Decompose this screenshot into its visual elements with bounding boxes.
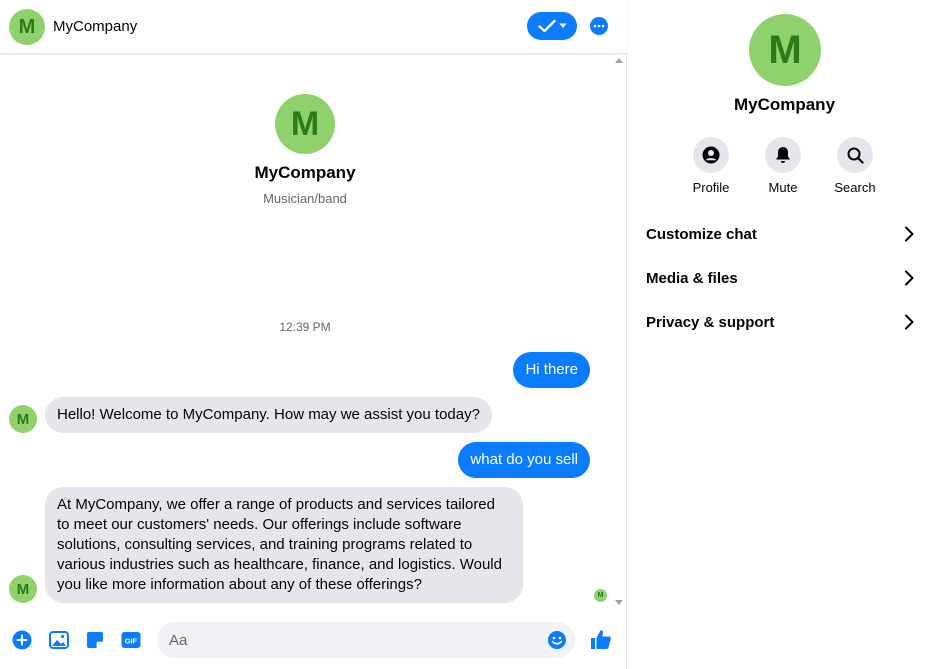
privacy-support-row[interactable]: Privacy & support (638, 302, 922, 342)
emoji-button[interactable] (547, 630, 567, 655)
seen-indicator-avatar: M (594, 589, 607, 602)
gif-label: GIF (125, 637, 138, 646)
chevron-right-icon (905, 314, 914, 330)
message-input[interactable]: Aa (157, 622, 575, 658)
scroll-down-arrow-icon[interactable] (615, 600, 623, 605)
more-icon (593, 24, 605, 28)
customize-chat-row[interactable]: Customize chat (638, 214, 922, 254)
intro-name: MyCompany (254, 163, 356, 182)
search-icon (847, 147, 864, 164)
more-options-button[interactable] (590, 17, 608, 35)
messenger-app: M MyCompany M MyCompany Musician/band 12… (0, 0, 941, 669)
message-list: M MyCompany Musician/band 12:39 PM Hi th… (0, 55, 612, 610)
search-action-label: Search (834, 180, 876, 195)
attach-photo-button[interactable] (49, 630, 69, 650)
chevron-right-icon (905, 270, 914, 286)
emoji-icon (548, 631, 566, 649)
checkmark-icon (537, 19, 556, 33)
more-actions-button[interactable] (12, 630, 32, 650)
privacy-support-label: Privacy & support (646, 313, 775, 331)
incoming-message[interactable]: At MyCompany, we offer a range of produc… (45, 487, 523, 603)
bell-icon (776, 147, 790, 163)
outgoing-message[interactable]: Hi there (513, 352, 590, 388)
gif-button[interactable]: GIF (121, 630, 141, 650)
mute-action-label: Mute (768, 180, 798, 195)
sticker-icon (87, 632, 103, 648)
chevron-down-icon (559, 23, 566, 28)
message-scrollbar[interactable] (612, 55, 626, 610)
outgoing-message[interactable]: what do you sell (458, 442, 590, 478)
chat-header: M MyCompany (0, 0, 627, 54)
media-files-row[interactable]: Media & files (638, 258, 922, 298)
customize-chat-label: Customize chat (646, 225, 757, 243)
conversation-title[interactable]: MyCompany (53, 18, 137, 35)
sender-avatar[interactable]: M (9, 405, 37, 433)
profile-icon (702, 146, 720, 164)
profile-action-button[interactable] (693, 137, 729, 173)
thumbs-up-icon (591, 630, 611, 649)
plus-icon (12, 630, 32, 650)
chevron-right-icon (905, 226, 914, 242)
gif-icon: GIF (121, 632, 141, 648)
search-action-button[interactable] (837, 137, 873, 173)
photo-icon (49, 631, 69, 649)
scroll-up-arrow-icon[interactable] (615, 58, 623, 63)
send-like-button[interactable] (590, 628, 612, 655)
sticker-button[interactable] (85, 630, 105, 650)
intro-category: Musician/band (263, 191, 347, 206)
media-files-label: Media & files (646, 269, 738, 287)
mark-done-button[interactable] (527, 12, 577, 40)
avatar[interactable]: M (9, 9, 45, 45)
mute-action[interactable]: Mute (748, 137, 818, 195)
message-input-placeholder: Aa (169, 632, 188, 649)
chat-pane: M MyCompany M MyCompany Musician/band 12… (0, 0, 627, 669)
incoming-message[interactable]: Hello! Welcome to MyCompany. How may we … (45, 397, 492, 433)
search-action[interactable]: Search (820, 137, 890, 195)
conversation-info-panel: M MyCompany Profile Mute Search Customiz… (628, 0, 941, 669)
mute-action-button[interactable] (765, 137, 801, 173)
message-composer: GIF Aa (0, 610, 627, 669)
profile-action-label: Profile (692, 180, 730, 195)
info-avatar[interactable]: M (749, 14, 821, 86)
sender-avatar[interactable]: M (9, 575, 37, 603)
intro-avatar: M (275, 94, 335, 154)
message-timestamp: 12:39 PM (279, 320, 331, 334)
profile-action[interactable]: Profile (676, 137, 746, 195)
scroll-thumb[interactable] (615, 69, 623, 595)
info-name[interactable]: MyCompany (628, 95, 941, 115)
